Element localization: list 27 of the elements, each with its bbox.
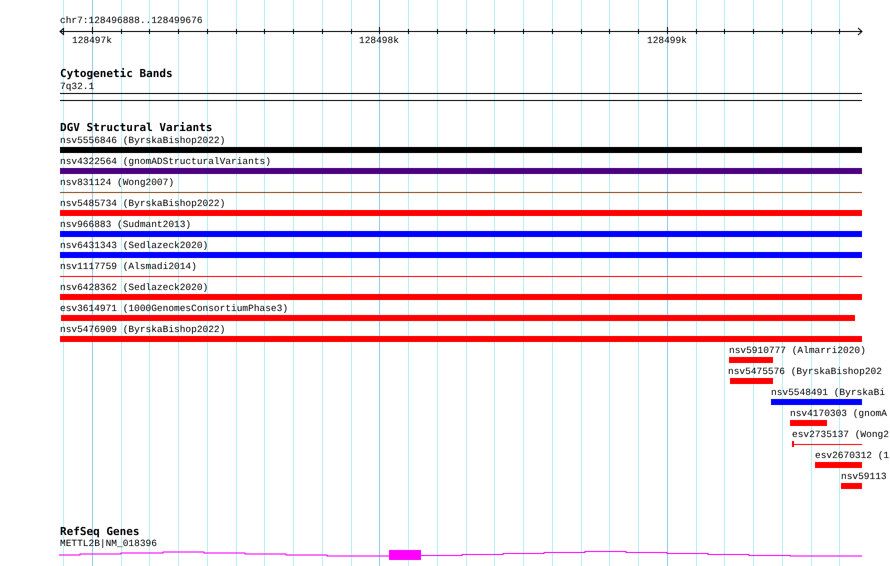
variant-label: nsv6428362 (Sedlazeck2020) <box>60 282 208 293</box>
tick-label: 128497k <box>72 35 112 46</box>
tick-label: 128499k <box>647 35 687 46</box>
track-title: RefSeq Genes <box>60 526 140 538</box>
variant-label: nsv5476909 (ByrskaBishop2022) <box>60 324 226 335</box>
track-title: DGV Structural Variants <box>60 122 212 134</box>
variant-label: esv3614971 (1000GenomesConsortiumPhase3) <box>60 303 288 314</box>
variant-label: nsv1117759 (Alsmadi2014) <box>60 261 197 272</box>
variant-label: esv2670312 (1 <box>815 450 890 461</box>
variant-label: nsv4170303 (gnomA <box>790 408 887 419</box>
track-title: Cytogenetic Bands <box>60 68 173 80</box>
variant-label: nsv5548491 (ByrskaBi <box>771 387 886 398</box>
tick-label: 128498k <box>359 35 399 46</box>
variant-label: nsv59113 <box>841 471 887 482</box>
variant-label: esv2735137 (Wong2 <box>792 429 889 440</box>
variant-label: nsv5910777 (Almarri2020) <box>729 345 866 356</box>
variant-label: nsv831124 (Wong2007) <box>60 177 174 188</box>
variant-label: nsv5475576 (ByrskaBishop202 <box>728 366 882 377</box>
variant-label: nsv4322564 (gnomADStructuralVariants) <box>60 156 271 167</box>
variant-label: nsv5485734 (ByrskaBishop2022) <box>60 198 226 209</box>
variant-label: nsv6431343 (Sedlazeck2020) <box>60 240 208 251</box>
variant-start-mark <box>792 441 794 447</box>
variant-label: nsv5556846 (ByrskaBishop2022) <box>60 135 226 146</box>
band-label: 7q32.1 <box>60 81 94 92</box>
gene-label: METTL2B|NM_018396 <box>60 538 157 549</box>
variant-label: nsv966883 (Sudmant2013) <box>60 219 192 230</box>
coordinate-range: chr7:128496888..128499676 <box>60 15 203 26</box>
